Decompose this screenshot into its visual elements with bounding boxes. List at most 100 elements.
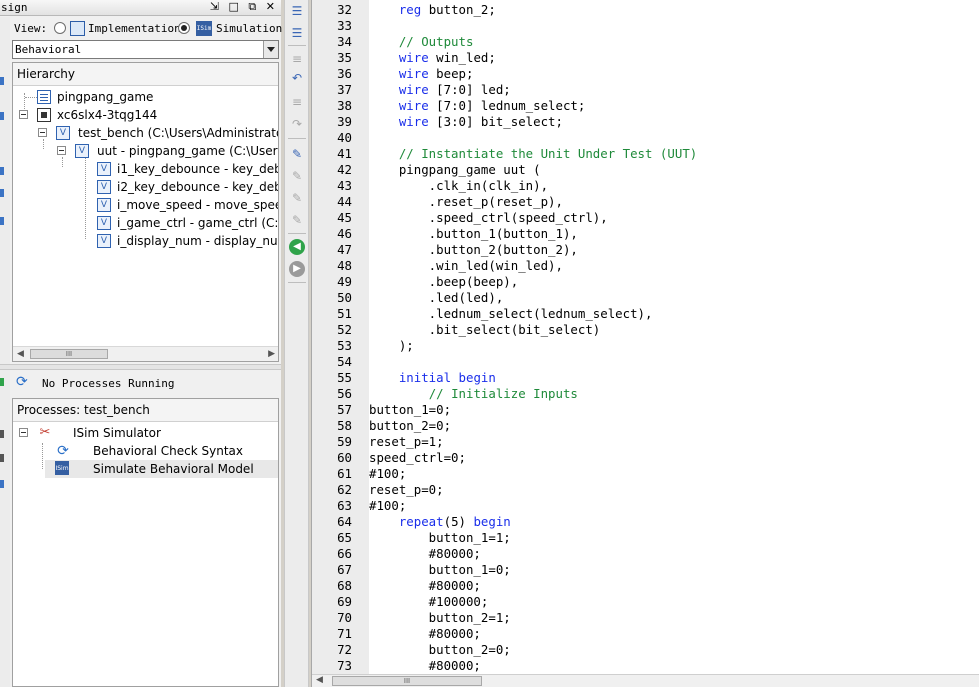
tree-item-i-move-speed[interactable]: V i_move_speed - move_speed — [97, 196, 278, 214]
line-number: 61 — [337, 466, 352, 481]
code-line[interactable]: 42 pingpang_game uut ( — [312, 162, 979, 178]
implementation-label[interactable]: Implementation — [88, 22, 181, 35]
code-line[interactable]: 71 #80000; — [312, 626, 979, 642]
code-line[interactable]: 54 — [312, 354, 979, 370]
line-number: 69 — [337, 594, 352, 609]
simulation-radio[interactable] — [178, 22, 190, 34]
collapse-icon[interactable] — [19, 110, 28, 119]
code-line[interactable]: 32 reg button_2; — [312, 2, 979, 18]
collapse-icon[interactable] — [19, 428, 28, 437]
collapse-icon[interactable] — [57, 146, 66, 155]
code-line[interactable]: 65 button_1=1; — [312, 530, 979, 546]
code-line[interactable]: 40 — [312, 130, 979, 146]
tree-item-i1-key-debounce[interactable]: V i1_key_debounce - key_debo — [97, 160, 278, 178]
code-line[interactable]: 56 // Initialize Inputs — [312, 386, 979, 402]
code-line[interactable]: 34 // Outputs — [312, 34, 979, 50]
code-area[interactable]: 32 reg button_2; 33 34 // Outputs 35 wire w… — [312, 2, 979, 674]
chevron-down-icon[interactable] — [263, 41, 278, 58]
code-line[interactable]: 59 reset_p=1; — [312, 434, 979, 450]
code-line[interactable]: 51 .lednum_select(lednum_select), — [312, 306, 979, 322]
simulation-label[interactable]: Simulation — [216, 22, 282, 35]
code-line[interactable]: 39 wire [3:0] bit_select; — [312, 114, 979, 130]
code-text: #80000; — [369, 626, 481, 641]
indent-right-icon[interactable]: ☰ — [289, 25, 305, 41]
tree-item-device[interactable]: xc6slx4-3tqg144 — [19, 106, 278, 124]
code-line[interactable]: 35 wire win_led; — [312, 50, 979, 66]
panel-window-controls[interactable]: ⇲ □ ⧉ ✕ — [210, 0, 278, 14]
comment-icon[interactable]: ≡ — [289, 51, 305, 67]
code-line[interactable]: 57 button_1=0; — [312, 402, 979, 418]
code-line[interactable]: 60 speed_ctrl=0; — [312, 450, 979, 466]
code-line[interactable]: 55 initial begin — [312, 370, 979, 386]
redo-icon[interactable]: ↷ — [289, 116, 305, 132]
code-line[interactable]: 67 button_1=0; — [312, 562, 979, 578]
panel-splitter[interactable] — [0, 364, 281, 370]
line-number: 32 — [337, 2, 352, 17]
scroll-left-icon[interactable]: ◀ — [17, 349, 24, 359]
code-line[interactable]: 69 #100000; — [312, 594, 979, 610]
tree-item-i-display-num[interactable]: V i_display_num - display_num — [97, 232, 278, 250]
code-line[interactable]: 58 button_2=0; — [312, 418, 979, 434]
tree-line — [25, 97, 37, 98]
bookmark-clear-icon[interactable]: ✎ — [289, 212, 305, 228]
implementation-radio[interactable] — [54, 22, 66, 34]
forward-arrow-icon[interactable]: ▶ — [289, 261, 305, 277]
collapse-icon[interactable] — [38, 128, 47, 137]
code-line[interactable]: 36 wire beep; — [312, 66, 979, 82]
code-line[interactable]: 64 repeat(5) begin — [312, 514, 979, 530]
undo-icon[interactable]: ↶ — [289, 70, 305, 86]
tree-item-i2-key-debounce[interactable]: V i2_key_debounce - key_debo — [97, 178, 278, 196]
code-line[interactable]: 33 — [312, 18, 979, 34]
code-line[interactable]: 72 button_2=0; — [312, 642, 979, 658]
toolbar-separator — [288, 138, 306, 139]
bookmark-icon[interactable]: ✎ — [289, 146, 305, 162]
code-line[interactable]: 63 #100; — [312, 498, 979, 514]
code-line[interactable]: 44 .reset_p(reset_p), — [312, 194, 979, 210]
code-line[interactable]: 70 button_2=1; — [312, 610, 979, 626]
indent-left-icon[interactable]: ☰ — [289, 3, 305, 19]
editor-hscrollbar[interactable]: ◀ III — [312, 674, 979, 687]
tree-item-test-bench[interactable]: V test_bench (C:\Users\Administrator — [38, 124, 278, 142]
line-number: 43 — [337, 178, 352, 193]
code-line[interactable]: 50 .led(led), — [312, 290, 979, 306]
code-line[interactable]: 45 .speed_ctrl(speed_ctrl), — [312, 210, 979, 226]
code-line[interactable]: 47 .button_2(button_2), — [312, 242, 979, 258]
code-line[interactable]: 49 .beep(beep), — [312, 274, 979, 290]
code-line[interactable]: 66 #80000; — [312, 546, 979, 562]
keyword-token: wire — [398, 114, 429, 129]
back-arrow-icon[interactable]: ◀ — [289, 239, 305, 255]
behavior-dropdown[interactable]: Behavioral — [12, 40, 279, 59]
code-line[interactable]: 73 #80000; — [312, 658, 979, 674]
chip-icon — [37, 108, 51, 122]
bookmark-next-icon[interactable]: ✎ — [289, 168, 305, 184]
code-text: .lednum_select(lednum_select), — [369, 306, 653, 321]
tree-item-uut[interactable]: V uut - pingpang_game (C:\Users — [57, 142, 279, 160]
process-behavioral-check-syntax[interactable]: ⟳ Behavioral Check Syntax — [45, 442, 278, 460]
code-line[interactable]: 61 #100; — [312, 466, 979, 482]
code-line[interactable]: 43 .clk_in(clk_in), — [312, 178, 979, 194]
code-line[interactable]: 37 wire [7:0] led; — [312, 82, 979, 98]
code-line[interactable]: 62 reset_p=0; — [312, 482, 979, 498]
scroll-thumb[interactable]: III — [332, 676, 482, 686]
scroll-thumb[interactable]: III — [30, 349, 108, 359]
code-editor[interactable]: 32 reg button_2; 33 34 // Outputs 35 wire w… — [311, 0, 979, 687]
code-line[interactable]: 38 wire [7:0] lednum_select; — [312, 98, 979, 114]
process-isim-simulator[interactable]: ✂ ISim Simulator — [19, 424, 278, 442]
tree-item-label: uut - pingpang_game (C:\Users — [97, 144, 279, 158]
hierarchy-hscrollbar[interactable]: ◀ III ▶ — [13, 346, 278, 361]
code-line[interactable]: 46 .button_1(button_1), — [312, 226, 979, 242]
code-line[interactable]: 68 #80000; — [312, 578, 979, 594]
code-line[interactable]: 48 .win_led(win_led), — [312, 258, 979, 274]
tree-item-i-game-ctrl[interactable]: V i_game_ctrl - game_ctrl (C:\U — [97, 214, 278, 232]
process-simulate-behavioral-model[interactable]: ISim Simulate Behavioral Model — [45, 460, 278, 478]
code-line[interactable]: 53 ); — [312, 338, 979, 354]
scroll-right-icon[interactable]: ▶ — [268, 349, 275, 359]
tree-item-pingpang-game[interactable]: pingpang_game — [19, 88, 278, 106]
uncomment-icon[interactable]: ≡ — [289, 94, 305, 110]
scroll-left-icon[interactable]: ◀ — [316, 675, 323, 685]
code-line[interactable]: 41 // Instantiate the Unit Under Test (U… — [312, 146, 979, 162]
tree-line — [42, 443, 43, 469]
code-text: .clk_in(clk_in), — [369, 178, 549, 193]
bookmark-prev-icon[interactable]: ✎ — [289, 190, 305, 206]
code-line[interactable]: 52 .bit_select(bit_select) — [312, 322, 979, 338]
